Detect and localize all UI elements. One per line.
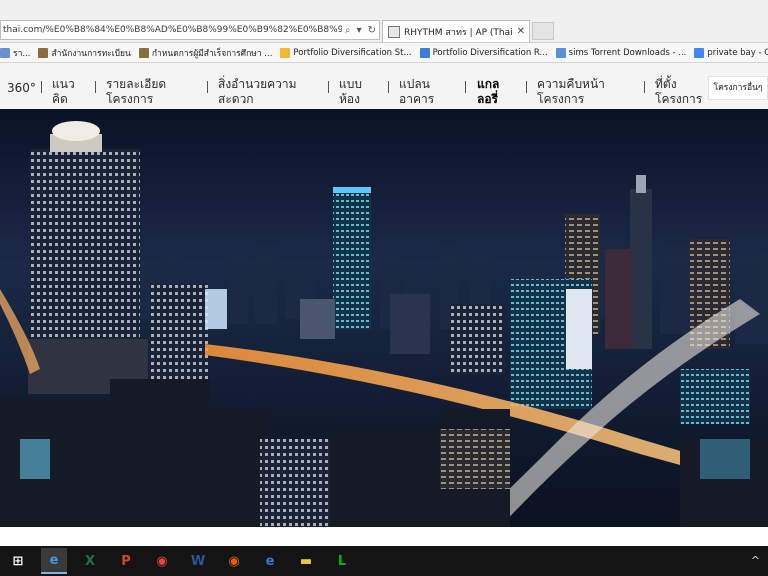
edge-icon[interactable]: e bbox=[257, 548, 283, 574]
new-tab-button[interactable] bbox=[532, 22, 554, 40]
bookmark-item[interactable]: รา... bbox=[0, 46, 30, 60]
word-icon[interactable]: W bbox=[185, 548, 211, 574]
nav-item-label: โครงการ bbox=[655, 92, 703, 106]
tab-title: RHYTHM สาทร | AP (Thailan... bbox=[404, 27, 513, 38]
chrome-icon[interactable]: ◉ bbox=[149, 548, 175, 574]
nav-separator bbox=[644, 81, 645, 93]
nav-separator bbox=[465, 81, 466, 93]
nav-item-location[interactable]: ที่ตั้ง โครงการ bbox=[655, 77, 702, 107]
app-glyph: L bbox=[337, 553, 347, 569]
powerpoint-icon[interactable]: P bbox=[113, 548, 139, 574]
nav-item-project-details[interactable]: รายละเอียด โครงการ bbox=[106, 77, 166, 107]
app-glyph: W bbox=[190, 553, 206, 569]
bookmark-item[interactable]: Portfolio Diversification St... bbox=[280, 47, 412, 58]
night-city-skyline bbox=[0, 109, 768, 527]
nav-item-label: ที่ตั้ง bbox=[655, 77, 677, 91]
bookmark-label: รา... bbox=[13, 48, 31, 59]
nav-separator bbox=[41, 81, 42, 93]
nav-item-label: แปลน bbox=[399, 77, 430, 91]
bookmark-item[interactable]: กำหนดการผู้มีสำเร็จการศึกษา ... bbox=[138, 46, 273, 60]
nav-separator bbox=[388, 81, 389, 93]
nav-item-360[interactable]: 360° bbox=[7, 81, 36, 96]
page-bottom-strip bbox=[0, 527, 768, 546]
nav-item-label: แบบ bbox=[339, 77, 362, 91]
nav-item-project-progress[interactable]: ความคืบหน้า โครงการ bbox=[537, 77, 605, 107]
nav-item-label: แกล bbox=[477, 77, 500, 91]
nav-item-concept[interactable]: แนว คิด bbox=[52, 77, 75, 107]
nav-separator bbox=[526, 81, 527, 93]
bookmark-label: Portfolio Diversification R... bbox=[432, 47, 548, 58]
nav-item-label: ความคืบหน้า bbox=[537, 77, 605, 91]
bookmark-icon bbox=[694, 47, 705, 58]
excel-icon[interactable]: X bbox=[77, 548, 103, 574]
browser-tab[interactable]: RHYTHM สาทร | AP (Thailan... ✕ bbox=[382, 20, 530, 42]
other-projects-button[interactable]: โครงการอื่นๆ bbox=[708, 76, 768, 100]
bookmark-icon bbox=[0, 47, 10, 58]
app-glyph: e bbox=[265, 553, 275, 569]
bookmark-item[interactable]: Portfolio Diversification R... bbox=[419, 47, 548, 58]
nav-item-label: อาคาร bbox=[399, 92, 435, 106]
refresh-icon[interactable]: ↻ bbox=[368, 25, 376, 36]
nav-item-label: สิ่งอำนวยความ bbox=[218, 77, 297, 91]
bookmark-icon bbox=[419, 47, 430, 58]
nav-item-label: คิด bbox=[52, 92, 68, 106]
address-url[interactable]: thai.com/%E0%B8%84%E0%B8%AD%E0%B8%99%E0%… bbox=[1, 25, 342, 35]
nav-item-label: โครงการ bbox=[537, 92, 585, 106]
bookmark-icon bbox=[555, 47, 566, 58]
show-hidden-icons-chevron-icon[interactable]: ^ bbox=[751, 554, 760, 567]
nav-item-facilities[interactable]: สิ่งอำนวยความ สะดวก bbox=[218, 77, 297, 107]
close-tab-icon[interactable]: ✕ bbox=[517, 26, 525, 37]
nav-separator bbox=[328, 81, 329, 93]
nav-item-label: ห้อง bbox=[339, 92, 360, 106]
bookmark-item[interactable]: private bay - Google Searc... bbox=[694, 47, 768, 58]
bookmark-label: สำนักงานการทะเบียน bbox=[51, 48, 131, 59]
bookmark-label: private bay - Google Searc... bbox=[707, 47, 768, 58]
nav-item-label: ลอรี่ bbox=[477, 92, 499, 106]
bookmark-item[interactable]: สำนักงานการทะเบียน bbox=[38, 46, 131, 60]
app-glyph: ◉ bbox=[156, 553, 168, 569]
nav-item-label: รายละเอียด bbox=[106, 77, 167, 91]
firefox-icon[interactable]: ◉ bbox=[221, 548, 247, 574]
search-icon[interactable]: ⌕ bbox=[345, 25, 351, 36]
nav-item-label: โครงการ bbox=[106, 92, 154, 106]
bookmark-label: กำหนดการผู้มีสำเร็จการศึกษา ... bbox=[151, 48, 273, 59]
nav-item-label: 360° bbox=[7, 81, 36, 95]
app-glyph: e bbox=[49, 552, 59, 568]
address-bar[interactable]: thai.com/%E0%B8%84%E0%B8%AD%E0%B8%99%E0%… bbox=[0, 20, 380, 40]
nav-separator bbox=[95, 81, 96, 93]
bookmark-icon bbox=[280, 47, 291, 58]
app-glyph: ⊞ bbox=[12, 553, 24, 569]
site-navigation: 360° แนว คิด รายละเอียด โครงการ สิ่งอำนวยค… bbox=[0, 63, 768, 110]
internet-explorer-icon[interactable]: e bbox=[41, 548, 67, 574]
app-glyph: ◉ bbox=[228, 553, 240, 569]
bookmark-label: sims Torrent Downloads - ... bbox=[568, 47, 687, 58]
nav-item-floor-plans[interactable]: แปลน อาคาร bbox=[399, 77, 434, 107]
dropdown-arrow-icon[interactable]: ▾ bbox=[357, 25, 362, 36]
app-glyph: ▬ bbox=[299, 553, 313, 569]
bookmark-label: Portfolio Diversification St... bbox=[293, 47, 412, 58]
nav-item-label: สะดวก bbox=[218, 92, 254, 106]
nav-item-gallery[interactable]: แกล ลอรี่ bbox=[477, 77, 499, 107]
nav-item-label: แนว bbox=[52, 77, 75, 91]
nav-separator bbox=[207, 81, 208, 93]
page-favicon-icon bbox=[388, 25, 400, 38]
windows-icon[interactable]: ⊞ bbox=[5, 548, 31, 574]
line-icon[interactable]: L bbox=[329, 548, 355, 574]
nav-item-room-types[interactable]: แบบ ห้อง bbox=[339, 77, 362, 107]
file-explorer-icon[interactable]: ▬ bbox=[293, 548, 319, 574]
browser-chrome: thai.com/%E0%B8%84%E0%B8%AD%E0%B8%99%E0%… bbox=[0, 0, 768, 43]
app-glyph: X bbox=[84, 553, 96, 569]
bookmark-icon bbox=[38, 47, 49, 58]
bookmark-icon bbox=[138, 47, 149, 58]
bookmark-item[interactable]: sims Torrent Downloads - ... bbox=[555, 47, 687, 58]
gallery-hero-image bbox=[0, 109, 768, 527]
favorites-bar: รา... สำนักงานการทะเบียน กำหนดการผู้มีสำ… bbox=[0, 43, 768, 63]
app-glyph: P bbox=[121, 553, 131, 569]
windows-taskbar: ⊞ e X P ◉ W ◉ e ▬ L ^ bbox=[0, 546, 768, 576]
